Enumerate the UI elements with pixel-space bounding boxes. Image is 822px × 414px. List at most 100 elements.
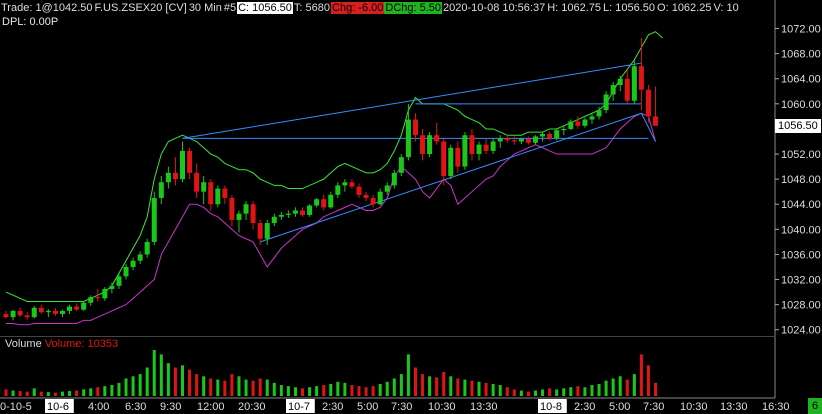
- time-tick-label: 10:30: [680, 401, 708, 413]
- volume-bar: [421, 374, 425, 396]
- candle-body: [314, 199, 320, 206]
- price-tick-label: 1060.00: [781, 99, 821, 111]
- volume-bar: [145, 367, 149, 396]
- candle-body: [427, 135, 433, 155]
- time-tick-label: 10-7: [288, 401, 310, 413]
- candle-body: [285, 213, 291, 215]
- volume-pane-label: Volume Volume: 10353: [5, 338, 118, 350]
- interval-label[interactable]: 30 Min: [188, 2, 223, 14]
- volume-bar: [11, 390, 15, 396]
- volume-bar: [329, 383, 333, 396]
- candle-body: [448, 147, 454, 176]
- candle-body: [476, 144, 482, 155]
- volume-bar: [526, 391, 530, 396]
- status-badge[interactable]: 6: [808, 398, 822, 414]
- volume-bar: [131, 376, 135, 396]
- candle-body: [363, 194, 369, 198]
- candle-body: [278, 214, 284, 217]
- volume-bar: [611, 378, 615, 396]
- volume-bar: [265, 379, 269, 396]
- price-tick-label: 1068.00: [781, 49, 821, 61]
- window-number: #5: [223, 2, 237, 14]
- volume-bar: [46, 392, 50, 396]
- price-chart[interactable]: 1072.001068.001064.001060.001056.001052.…: [0, 0, 822, 414]
- price-tick-label: 1048.00: [781, 174, 821, 186]
- candle-body: [116, 276, 122, 286]
- candle-body: [194, 172, 200, 192]
- volume-bar: [237, 376, 241, 396]
- price-tick-label: 1032.00: [781, 275, 821, 287]
- candle-body: [88, 297, 94, 303]
- volume-bar: [152, 350, 156, 396]
- volume-bar: [173, 367, 177, 396]
- volume-bar: [435, 377, 439, 396]
- candle-body: [645, 89, 651, 117]
- volume-bar: [279, 385, 283, 396]
- volume-bar: [350, 385, 354, 396]
- volume-bar: [562, 388, 566, 396]
- candle-body: [109, 285, 115, 289]
- volume-bar: [576, 386, 580, 396]
- volume-bar: [110, 385, 114, 396]
- candle-body: [257, 223, 263, 239]
- candle-body: [462, 135, 468, 167]
- candle-body: [504, 138, 510, 141]
- time-tick-label: 7:30: [391, 401, 412, 413]
- volume-bar: [632, 374, 636, 396]
- time-tick-label: 2:30: [574, 401, 595, 413]
- candle-body: [356, 186, 362, 195]
- volume-bar: [18, 391, 22, 396]
- volume-bar: [124, 378, 128, 396]
- candle-body: [638, 66, 644, 90]
- time-tick-label: 16:30: [762, 401, 790, 413]
- candle-body: [67, 306, 73, 311]
- volume-bar: [470, 380, 474, 396]
- volume-bar: [188, 369, 192, 396]
- volume-bar: [505, 387, 509, 396]
- volume-bar: [548, 388, 552, 396]
- volume-bar: [484, 382, 488, 396]
- volume-bar: [223, 380, 227, 396]
- candle-body: [10, 310, 16, 318]
- candle-body: [533, 136, 538, 143]
- volume-bar: [103, 386, 107, 396]
- candle-body: [17, 310, 23, 316]
- volume-bar: [117, 382, 121, 396]
- volume-bar: [625, 379, 629, 396]
- candle-body: [525, 138, 531, 143]
- candle-body: [137, 254, 143, 261]
- candle-body: [497, 138, 503, 142]
- volume-bar: [195, 374, 199, 396]
- candle-body: [511, 140, 517, 142]
- candle-body: [130, 260, 136, 267]
- candle-body: [208, 182, 214, 205]
- candle-body: [589, 116, 595, 120]
- volume-bar: [583, 387, 587, 396]
- price-tick-label: 1052.00: [781, 149, 821, 161]
- volume-bar: [385, 381, 389, 396]
- volume-bar: [597, 383, 601, 396]
- symbol-label[interactable]: F.US.ZSEX20 [CV]: [94, 2, 188, 14]
- volume-bar: [39, 391, 43, 396]
- volume-header-value: V: 10: [713, 2, 739, 14]
- candle-body: [554, 130, 560, 139]
- candle-body: [24, 315, 30, 318]
- volume-bar: [343, 382, 347, 396]
- candle-body: [469, 135, 475, 155]
- time-tick-label: 2:30: [322, 401, 343, 413]
- candle-body: [229, 197, 235, 220]
- time-tick-label: 12:00: [197, 401, 225, 413]
- pane-separator[interactable]: [0, 336, 776, 337]
- volume-bar: [286, 386, 290, 396]
- volume-bar: [618, 376, 622, 396]
- dpl-label: DPL: 0.00P: [2, 16, 59, 28]
- volume-bar: [75, 390, 79, 396]
- current-price-tag: 1056.50: [775, 119, 821, 133]
- close-value: C: 1056.50: [237, 2, 293, 14]
- candle-body: [377, 191, 383, 205]
- volume-bar: [4, 389, 8, 396]
- volume-bar: [322, 385, 326, 396]
- candle-body: [201, 182, 207, 192]
- open-value: O: 1062.25: [657, 2, 712, 14]
- candle-body: [250, 204, 256, 224]
